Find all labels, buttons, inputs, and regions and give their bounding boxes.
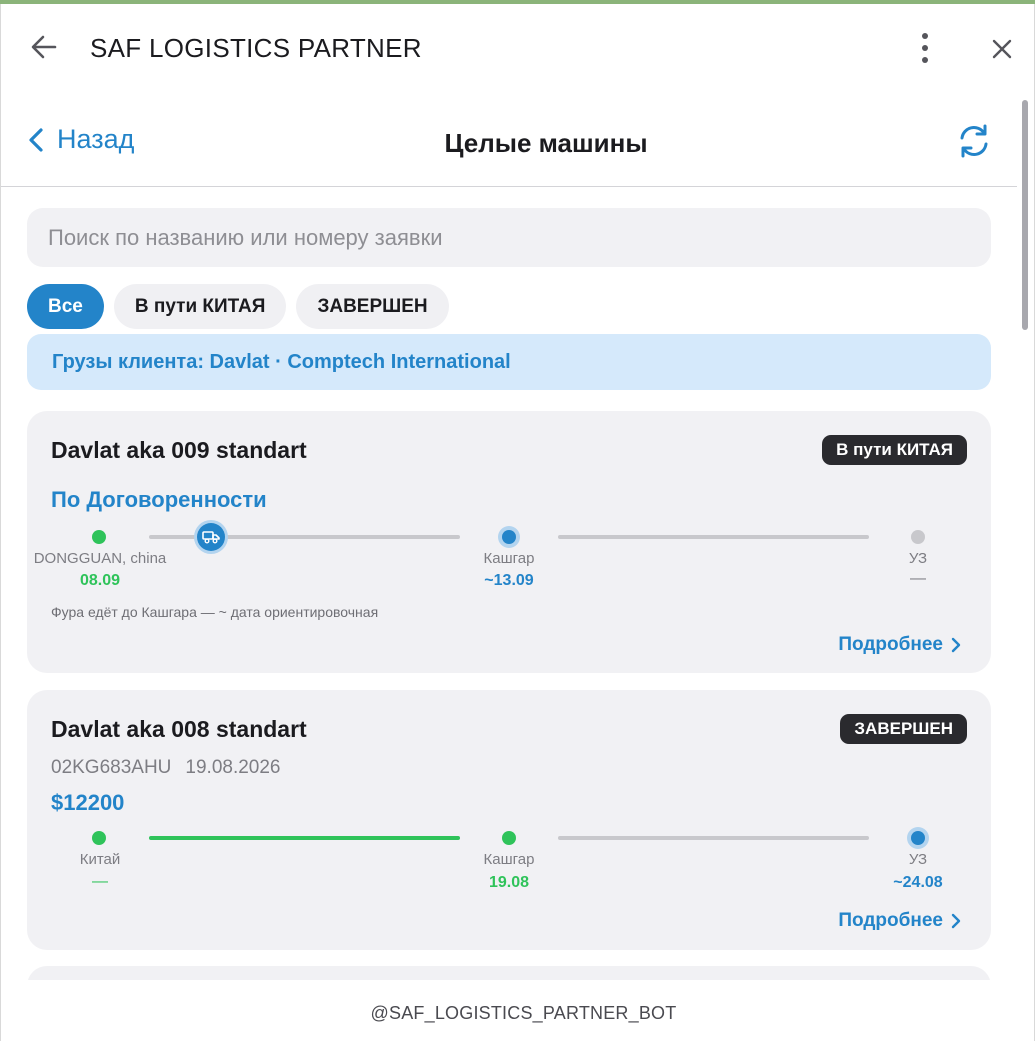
shipment-card[interactable]: Davlat aka 009 standart В пути КИТАЯ По …: [27, 411, 991, 673]
route-stop-date: ~24.08: [893, 874, 943, 891]
mini-app-window: SAF LOGISTICS PARTNER Назад Целые машины: [0, 4, 1035, 1041]
route-stop-name: Кашгар: [483, 550, 535, 567]
route-stop-dot: [502, 530, 516, 544]
search-input[interactable]: [27, 208, 991, 267]
route-stop-date: —: [910, 570, 926, 587]
shipment-date: 19.08.2026: [185, 757, 281, 778]
filter-chip-in-transit-china[interactable]: В пути КИТАЯ: [113, 284, 287, 329]
filter-chip-completed[interactable]: ЗАВЕРШЕН: [296, 284, 449, 329]
page-header: Назад Целые машины: [1, 94, 1017, 187]
refresh-icon[interactable]: [955, 122, 993, 160]
route-stop-name: Китай: [79, 851, 121, 868]
route-stop-dot: [92, 831, 106, 845]
route-note: Фура едёт до Кашгара — ~ дата ориентиров…: [51, 604, 379, 620]
route-segment: [558, 535, 869, 539]
details-label: Подробнее: [838, 634, 943, 655]
route-stop-dot: [911, 831, 925, 845]
shipment-meta: 02KG683AHU 19.08.2026: [51, 757, 281, 779]
route-stop-name: DONGGUAN, china: [33, 550, 167, 567]
page-title: Целые машины: [444, 128, 648, 158]
route-stop-date: 19.08: [488, 874, 530, 891]
shipment-title: Davlat aka 009 standart: [51, 437, 307, 463]
details-link[interactable]: Подробнее: [838, 634, 961, 656]
filter-chip-all[interactable]: Все: [27, 284, 104, 329]
route-stop-date: 08.09: [79, 572, 121, 589]
close-icon[interactable]: [985, 32, 1019, 66]
route-stop-name: Кашгар: [483, 851, 535, 868]
shipment-price: $12200: [51, 790, 125, 815]
status-filter: Все В пути КИТАЯ ЗАВЕРШЕН: [27, 284, 449, 329]
chevron-right-icon: [951, 637, 961, 653]
arrow-left-icon[interactable]: [27, 30, 61, 64]
plate-number: 02KG683AHU: [51, 757, 172, 778]
scrollbar-thumb[interactable]: [1022, 100, 1028, 330]
route-stop-date: ~13.09: [484, 572, 534, 589]
route-stop-date: —: [92, 873, 108, 890]
route-stop-dot: [92, 530, 106, 544]
status-badge: В пути КИТАЯ: [822, 435, 967, 465]
window-header: SAF LOGISTICS PARTNER: [1, 4, 1034, 94]
more-vertical-icon[interactable]: [909, 30, 941, 66]
details-label: Подробнее: [838, 910, 943, 931]
client-banner: Грузы клиента: Davlat · Comptech Interna…: [27, 334, 991, 390]
status-badge: ЗАВЕРШЕН: [840, 714, 967, 744]
route-stop-dot: [911, 530, 925, 544]
window-title: SAF LOGISTICS PARTNER: [90, 33, 422, 63]
chevron-right-icon: [951, 913, 961, 929]
truck-icon: [197, 523, 226, 551]
details-link[interactable]: Подробнее: [838, 910, 961, 932]
route-stop-dot: [502, 831, 516, 845]
shipment-card[interactable]: Davlat aka 008 standart ЗАВЕРШЕН 02KG683…: [27, 690, 991, 950]
shipment-price: По Договоренности: [51, 487, 267, 512]
route-segment: [149, 836, 460, 840]
footer: @SAF_LOGISTICS_PARTNER_BOT: [1, 980, 1034, 1041]
route-stop-name: УЗ: [908, 550, 928, 567]
shipment-title: Davlat aka 008 standart: [51, 716, 307, 742]
route-segment: [149, 535, 460, 539]
route-stop-name: УЗ: [908, 851, 928, 868]
route-segment: [558, 836, 869, 840]
bot-username: @SAF_LOGISTICS_PARTNER_BOT: [370, 1003, 677, 1023]
